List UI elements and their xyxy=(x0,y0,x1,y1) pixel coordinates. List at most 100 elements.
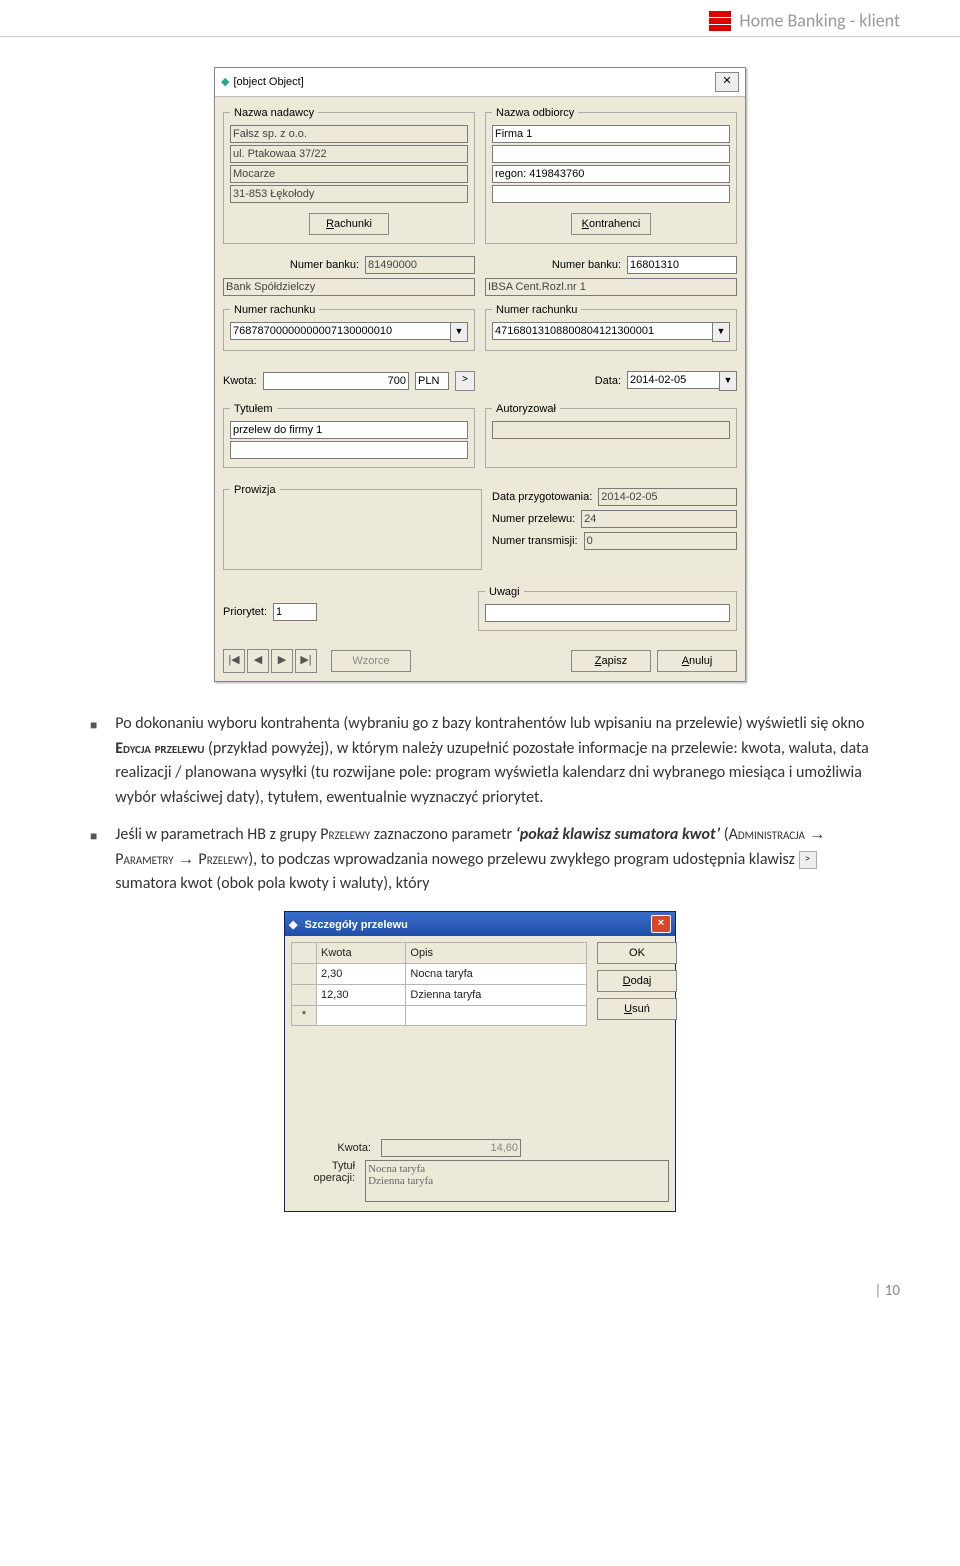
delete-button[interactable]: Usuń xyxy=(597,998,677,1020)
nav-last-icon[interactable]: ▶| xyxy=(295,649,317,673)
recipient-line-4[interactable] xyxy=(492,185,730,203)
date-field[interactable] xyxy=(627,371,719,389)
sender-line-3 xyxy=(230,165,468,183)
record-nav: |◀ ◀ ▶ ▶| xyxy=(223,649,317,673)
new-row-marker: * xyxy=(292,1005,317,1026)
title-line-2[interactable] xyxy=(230,441,468,459)
recip-bank-name xyxy=(485,278,737,296)
cell-empty[interactable] xyxy=(317,1005,406,1026)
text: sumatora kwot (obok pola kwoty i waluty)… xyxy=(115,874,429,893)
dialog-titlebar[interactable]: ◆ [object Object] ✕ xyxy=(215,68,745,97)
row-marker xyxy=(292,984,317,1005)
nav-prev-icon[interactable]: ◀ xyxy=(247,649,269,673)
text: Po dokonaniu wyboru kontrahenta (wybrani… xyxy=(115,714,864,733)
group-sender-account: Numer rachunku ▼ xyxy=(223,304,475,351)
prep-date-field xyxy=(598,488,737,506)
accounts-button[interactable]: Rachunki xyxy=(309,213,389,235)
recip-bank-num[interactable] xyxy=(627,256,737,274)
cell-desc[interactable]: Dzienna taryfa xyxy=(406,984,587,1005)
sender-line-1 xyxy=(230,125,468,143)
table-row[interactable]: 12,30 Dzienna taryfa xyxy=(292,984,587,1005)
date-label: Data: xyxy=(595,375,621,387)
recip-account-legend: Numer rachunku xyxy=(492,304,581,316)
dialog-edit-transfer: ◆ [object Object] ✕ Nazwa nadawcy Rachun… xyxy=(214,67,746,682)
sender-line-2 xyxy=(230,145,468,163)
recipient-line-2[interactable] xyxy=(492,145,730,163)
col-header-amount[interactable]: Kwota xyxy=(317,943,406,964)
sum-icon: > xyxy=(799,851,817,869)
row-marker xyxy=(292,964,317,985)
transmission-no-label: Numer transmisji: xyxy=(492,535,578,547)
sender-line-4 xyxy=(230,185,468,203)
chevron-down-icon[interactable]: ▼ xyxy=(712,322,730,342)
recip-bank-num-label: Numer banku: xyxy=(485,259,621,271)
cell-amount[interactable]: 2,30 xyxy=(317,964,406,985)
notes-field[interactable] xyxy=(485,604,730,622)
priority-field[interactable] xyxy=(273,603,317,621)
notes-legend: Uwagi xyxy=(485,586,524,598)
body-text: ■ Po dokonaniu wyboru kontrahenta (wybra… xyxy=(90,712,870,898)
text-smallcaps: Administracja xyxy=(729,825,805,844)
text: Jeśli w parametrach HB z grupy xyxy=(115,825,320,844)
sum-button[interactable]: > xyxy=(455,371,475,391)
text-smallcaps: Edycja przelewu xyxy=(115,739,204,758)
cell-amount[interactable]: 12,30 xyxy=(317,984,406,1005)
cell-empty[interactable] xyxy=(406,1005,587,1026)
page-header: Home Banking - klient xyxy=(0,0,960,37)
group-sender-name: Nazwa nadawcy Rachunki xyxy=(223,107,475,244)
chevron-down-icon[interactable]: ▼ xyxy=(450,322,468,342)
cancel-button[interactable]: Anuluj xyxy=(657,650,737,672)
group-recip-account: Numer rachunku ▼ xyxy=(485,304,737,351)
title-line-1[interactable] xyxy=(230,421,468,439)
text-bold-italic: ‘pokaż klawisz sumatora kwot’ xyxy=(516,825,720,844)
save-button[interactable]: Zapisz xyxy=(571,650,651,672)
arrow-right-icon: → xyxy=(174,851,199,868)
recipient-line-3[interactable] xyxy=(492,165,730,183)
amount-label: Kwota: xyxy=(291,1142,371,1154)
transfer-no-label: Numer przelewu: xyxy=(492,513,575,525)
dialog-icon: ◆ xyxy=(221,75,229,88)
group-commission: Prowizja xyxy=(223,484,482,570)
auth-legend: Autoryzował xyxy=(492,403,560,415)
sender-bank-num-label: Numer banku: xyxy=(223,259,359,271)
ok-button[interactable]: OK xyxy=(597,942,677,964)
row-selector-header xyxy=(292,943,317,964)
currency-field[interactable] xyxy=(415,372,449,390)
page-number: | 10 xyxy=(0,1262,960,1320)
dialog2-title: Szczegóły przelewu xyxy=(305,919,408,931)
text: zaznaczono parametr xyxy=(370,825,516,844)
title-legend: Tytułem xyxy=(230,403,277,415)
group-authorized: Autoryzował xyxy=(485,403,737,468)
details-grid[interactable]: Kwota Opis 2,30 Nocna taryfa 12,30 Dzien… xyxy=(291,942,587,1026)
cell-desc[interactable]: Nocna taryfa xyxy=(406,964,587,985)
dialog2-titlebar[interactable]: ◆ Szczegóły przelewu × xyxy=(285,912,675,936)
chevron-down-icon[interactable]: ▼ xyxy=(719,371,737,391)
sender-account-field[interactable] xyxy=(230,322,450,340)
close-icon[interactable]: × xyxy=(651,915,671,933)
table-row[interactable]: 2,30 Nocna taryfa xyxy=(292,964,587,985)
amount-readonly xyxy=(381,1139,521,1157)
close-icon[interactable]: ✕ xyxy=(715,72,739,92)
nav-next-icon[interactable]: ▶ xyxy=(271,649,293,673)
logo-icon xyxy=(709,10,731,32)
recipient-name-legend: Nazwa odbiorcy xyxy=(492,107,578,119)
col-header-desc[interactable]: Opis xyxy=(406,943,587,964)
templates-button[interactable]: Wzorce xyxy=(331,650,411,672)
add-button[interactable]: Dodaj xyxy=(597,970,677,992)
prep-date-label: Data przygotowania: xyxy=(492,491,592,503)
contractors-button[interactable]: Kontrahenci xyxy=(571,213,651,235)
commission-legend: Prowizja xyxy=(230,484,280,496)
optitle-label: Tytuł operacji: xyxy=(291,1160,355,1184)
transfer-no-field xyxy=(581,510,737,528)
bullet-icon: ■ xyxy=(90,712,97,811)
nav-first-icon[interactable]: |◀ xyxy=(223,649,245,673)
text-smallcaps: Parametry xyxy=(115,850,173,869)
recip-account-field[interactable] xyxy=(492,322,712,340)
dialog-transfer-details: ◆ Szczegóły przelewu × Kwota Opis 2,30 N… xyxy=(284,911,676,1212)
amount-field[interactable] xyxy=(263,372,409,390)
recipient-line-1[interactable] xyxy=(492,125,730,143)
text: ( xyxy=(720,825,728,844)
table-row-new[interactable]: * xyxy=(292,1005,587,1026)
transmission-no-field xyxy=(584,532,737,550)
sender-name-legend: Nazwa nadawcy xyxy=(230,107,318,119)
